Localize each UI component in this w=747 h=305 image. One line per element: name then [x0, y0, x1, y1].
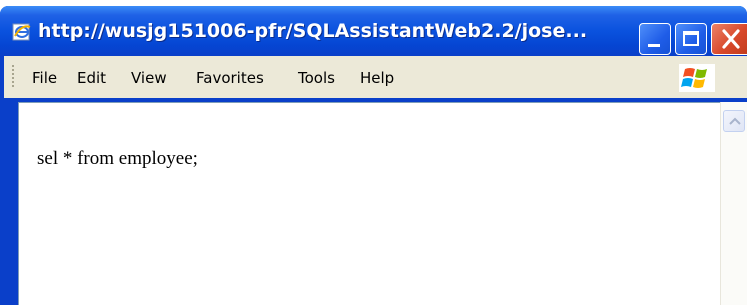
document-area[interactable]: sel * from employee; — [18, 102, 720, 305]
menu-view[interactable]: View — [131, 69, 167, 87]
maximize-button[interactable] — [675, 23, 707, 55]
menu-favorites[interactable]: Favorites — [196, 69, 264, 87]
browser-window: http://wusjg151006-pfr/SQLAssistantWeb2.… — [0, 6, 747, 305]
close-button[interactable] — [711, 23, 747, 55]
ie-page-icon — [12, 22, 32, 42]
query-text: sel * from employee; — [37, 148, 198, 169]
title-bar[interactable]: http://wusjg151006-pfr/SQLAssistantWeb2.… — [0, 6, 747, 56]
menu-tools[interactable]: Tools — [298, 69, 335, 87]
menu-help[interactable]: Help — [360, 69, 394, 87]
windows-logo-icon — [679, 64, 715, 92]
vertical-scrollbar[interactable] — [720, 102, 747, 305]
maximize-icon — [683, 31, 699, 46]
close-icon — [719, 27, 743, 51]
minimize-icon — [648, 44, 660, 47]
menu-edit[interactable]: Edit — [77, 69, 106, 87]
menu-file[interactable]: File — [32, 69, 57, 87]
toolbar-grip[interactable] — [12, 65, 14, 87]
scroll-up-button[interactable] — [723, 110, 745, 132]
window-title: http://wusjg151006-pfr/SQLAssistantWeb2.… — [38, 20, 588, 42]
scroll-up-arrow-icon — [729, 117, 741, 125]
minimize-button[interactable] — [639, 23, 671, 55]
menu-bar: File Edit View Favorites Tools Help — [4, 56, 747, 98]
